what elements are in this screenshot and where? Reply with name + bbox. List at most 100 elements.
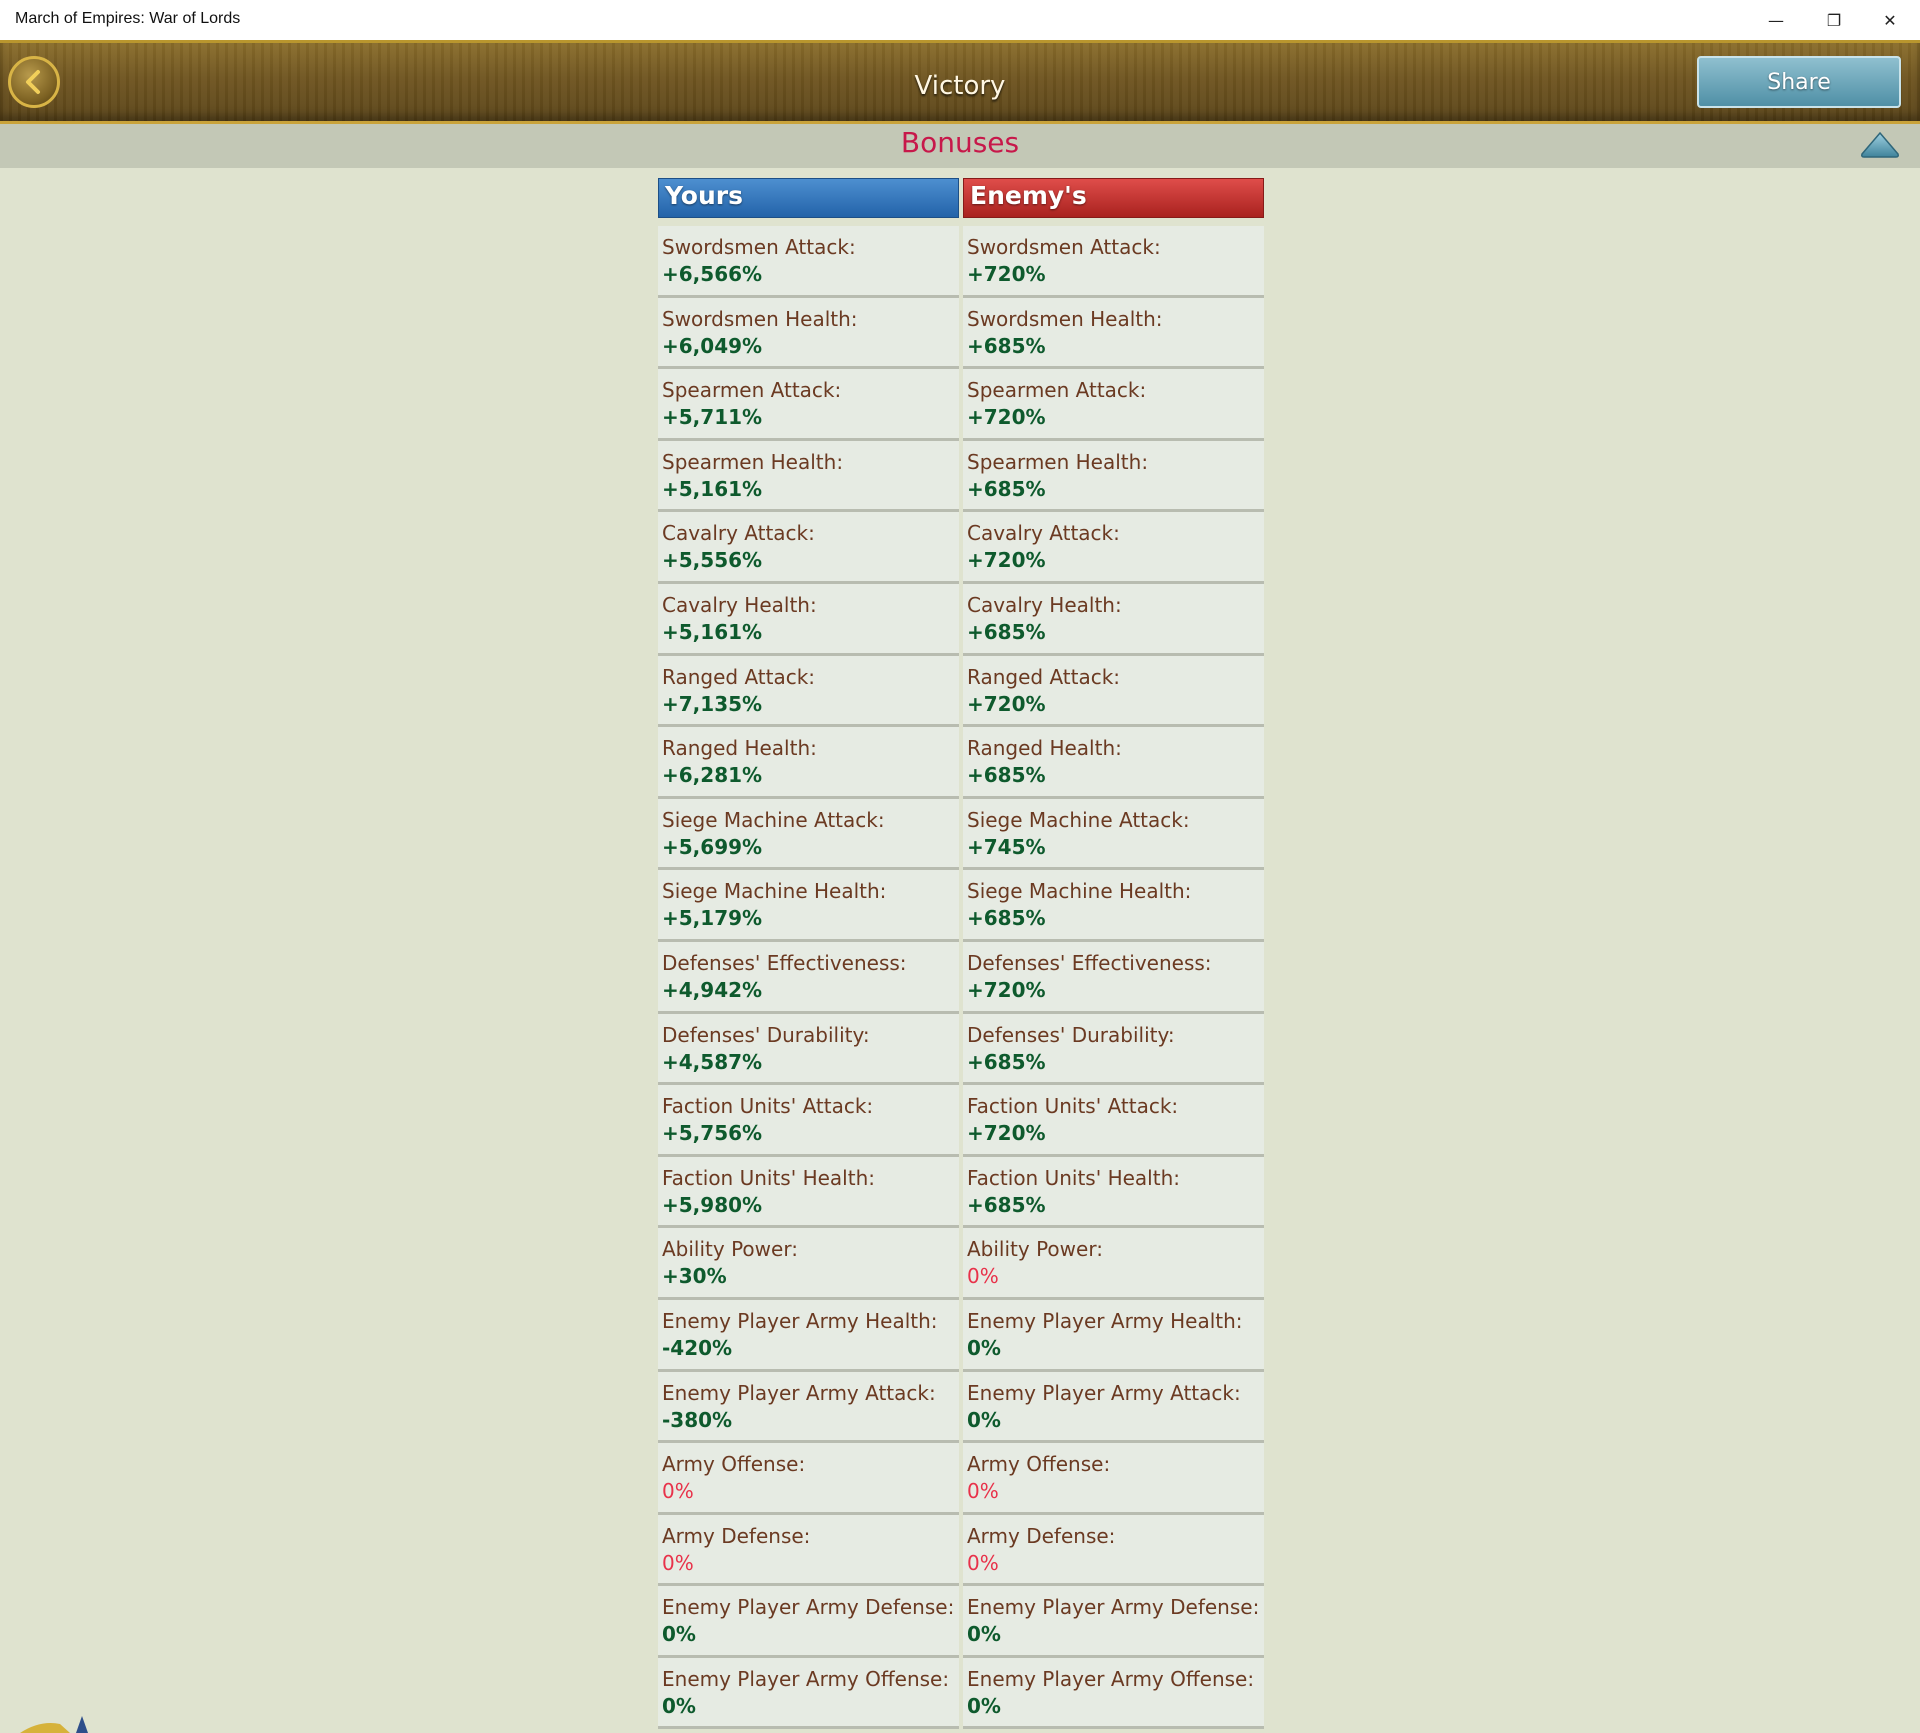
bonus-label: Ranged Health: [967, 736, 1122, 761]
bonus-label: Ranged Attack: [967, 664, 1121, 689]
bonus-value: +685% [967, 476, 1046, 501]
bonus-label: Faction Units' Attack: [967, 1094, 1179, 1119]
enemy-bonus-cell: Faction Units' Attack: +720% [963, 1085, 1264, 1157]
table-header-row: Yours Enemy's [658, 178, 1264, 218]
table-row: Spearmen Health: +5,161% Spearmen Health: +… [658, 440, 1264, 513]
minimize-button[interactable]: — [1748, 0, 1804, 40]
bonus-label: Ranged Health: [662, 736, 817, 761]
bonus-value: +7,135% [662, 691, 763, 716]
bonus-value: 0% [967, 1479, 999, 1504]
bonus-label: Siege Machine Health: [967, 879, 1192, 904]
restore-button[interactable]: ❐ [1806, 0, 1862, 40]
bonus-value: +720% [967, 405, 1046, 430]
close-button[interactable]: ✕ [1862, 0, 1918, 40]
bonus-value: +5,756% [662, 1121, 763, 1146]
bonus-label: Army Offense: [662, 1452, 806, 1477]
bonus-value: +6,566% [662, 262, 763, 286]
window-title: March of Empires: War of Lords [15, 10, 241, 27]
yours-bonus-cell: Siege Machine Attack: +5,699% [658, 798, 959, 871]
bonus-label: Ability Power: [967, 1237, 1103, 1262]
table-row: Cavalry Health: +5,161% Cavalry Health: +68… [658, 583, 1264, 656]
bonus-value: +5,161% [662, 476, 763, 501]
yours-column-header: Yours [658, 178, 959, 218]
table-row: Defenses' Durability: +4,587% Defenses' Du… [658, 1013, 1264, 1086]
bonus-label: Army Defense: [967, 1523, 1116, 1548]
table-row: Defenses' Effectiveness: +4,942% Defenses'… [658, 941, 1264, 1014]
bonus-label: Siege Machine Attack: [662, 807, 885, 832]
bonus-label: Swordsmen Attack: [662, 235, 856, 259]
table-row: Swordsmen Attack: +6,566% Swordsmen Attack… [658, 226, 1264, 298]
bonus-label: Spearmen Health: [662, 449, 844, 474]
table-row: Ranged Health: +6,281% Ranged Health: +685% [658, 727, 1264, 799]
enemy-bonus-cell: Ranged Attack: +720% [963, 655, 1264, 728]
enemy-bonus-cell: Faction Units' Health: +685% [963, 1156, 1264, 1229]
bonus-value: 0% [967, 1264, 999, 1289]
bonus-label: Siege Machine Health: [662, 879, 887, 904]
bonus-label: Defenses' Effectiveness: [967, 950, 1212, 975]
table-row: Faction Units' Attack: +5,756% Faction Uni… [658, 1085, 1264, 1157]
bonus-value: 0% [662, 1550, 694, 1575]
table-row: Spearmen Attack: +5,711% Spearmen Attack: +… [658, 369, 1264, 441]
bonus-label: Swordsmen Health: [662, 306, 858, 331]
share-button[interactable]: Share [1697, 56, 1901, 108]
bonus-value: +720% [967, 262, 1046, 286]
enemy-bonus-cell: Enemy Player Army Defense: 0% [963, 1586, 1264, 1658]
bonus-value: +6,049% [662, 333, 763, 358]
enemy-bonus-cell: Cavalry Health: +685% [963, 583, 1264, 656]
bonus-label: Enemy Player Army Defense: [967, 1595, 1260, 1620]
bonus-value: +745% [967, 834, 1046, 859]
enemy-bonus-cell: Spearmen Attack: +720% [963, 369, 1264, 441]
bonus-label: Cavalry Attack: [662, 521, 815, 546]
bonus-label: Army Defense: [662, 1523, 811, 1548]
yours-bonus-cell: Enemy Player Army Attack: -380% [658, 1371, 959, 1444]
table-row: Cavalry Attack: +5,556% Cavalry Attack: +72… [658, 512, 1264, 584]
bonuses-section-header[interactable]: Bonuses [0, 124, 1920, 168]
yours-bonus-cell: Faction Units' Attack: +5,756% [658, 1085, 959, 1157]
bonus-value: 0% [967, 1335, 1001, 1360]
bonus-label: Faction Units' Attack: [662, 1094, 874, 1119]
bonus-value: 0% [967, 1622, 1001, 1647]
bonus-label: Swordsmen Attack: [967, 235, 1161, 259]
yours-bonus-cell: Cavalry Health: +5,161% [658, 583, 959, 656]
bonus-label: Defenses' Durability: [662, 1022, 870, 1047]
yours-bonus-cell: Ranged Health: +6,281% [658, 727, 959, 799]
enemy-bonus-cell: Spearmen Health: +685% [963, 440, 1264, 513]
table-row: Faction Units' Health: +5,980% Faction Uni… [658, 1156, 1264, 1229]
bonus-label: Enemy Player Army Offense: [662, 1666, 950, 1691]
bonus-label: Swordsmen Health: [967, 306, 1163, 331]
bonus-label: Spearmen Health: [967, 449, 1149, 474]
bonus-label: Faction Units' Health: [662, 1165, 875, 1190]
game-header: Victory Share [0, 40, 1920, 124]
bonus-value: +5,711% [662, 405, 763, 430]
bonus-value: +685% [967, 1049, 1046, 1074]
bonus-label: Spearmen Attack: [662, 378, 842, 403]
yours-bonus-cell: Defenses' Effectiveness: +4,942% [658, 941, 959, 1014]
bonus-value: +685% [967, 906, 1046, 931]
enemy-bonus-cell: Army Defense: 0% [963, 1514, 1264, 1587]
yours-bonus-cell: Army Offense: 0% [658, 1443, 959, 1515]
yours-bonus-cell: Faction Units' Health: +5,980% [658, 1156, 959, 1229]
triangle-up-icon [1861, 131, 1899, 158]
bonus-value: +5,556% [662, 548, 763, 573]
enemy-bonus-cell: Ability Power: 0% [963, 1228, 1264, 1300]
bonuses-table: Yours Enemy's Swordsmen Attack: +6,566% Sw… [658, 178, 1264, 1730]
collapse-button[interactable] [1859, 130, 1901, 160]
window-titlebar: March of Empires: War of Lords — ❐ ✕ [0, 0, 1920, 41]
enemy-bonus-cell: Enemy Player Army Health: 0% [963, 1299, 1264, 1372]
yours-bonus-cell: Ability Power: +30% [658, 1228, 959, 1300]
bonus-label: Siege Machine Attack: [967, 807, 1190, 832]
bonus-label: Enemy Player Army Attack: [967, 1380, 1241, 1405]
bonus-value: +4,942% [662, 977, 763, 1002]
yours-bonus-cell: Swordsmen Attack: +6,566% [658, 226, 959, 298]
table-row: Ability Power: +30% Ability Power: 0% [658, 1228, 1264, 1300]
bonus-value: +5,699% [662, 834, 763, 859]
bonus-value: +720% [967, 1121, 1046, 1146]
page-title: Victory [914, 71, 1006, 101]
enemy-bonus-cell: Siege Machine Health: +685% [963, 870, 1264, 942]
yours-bonus-cell: Spearmen Attack: +5,711% [658, 369, 959, 441]
bonus-value: -380% [662, 1407, 733, 1432]
bonus-label: Spearmen Attack: [967, 378, 1147, 403]
section-title: Bonuses [900, 126, 1020, 159]
yours-bonus-cell: Enemy Player Army Health: -420% [658, 1299, 959, 1372]
enemy-column-header: Enemy's [963, 178, 1264, 218]
